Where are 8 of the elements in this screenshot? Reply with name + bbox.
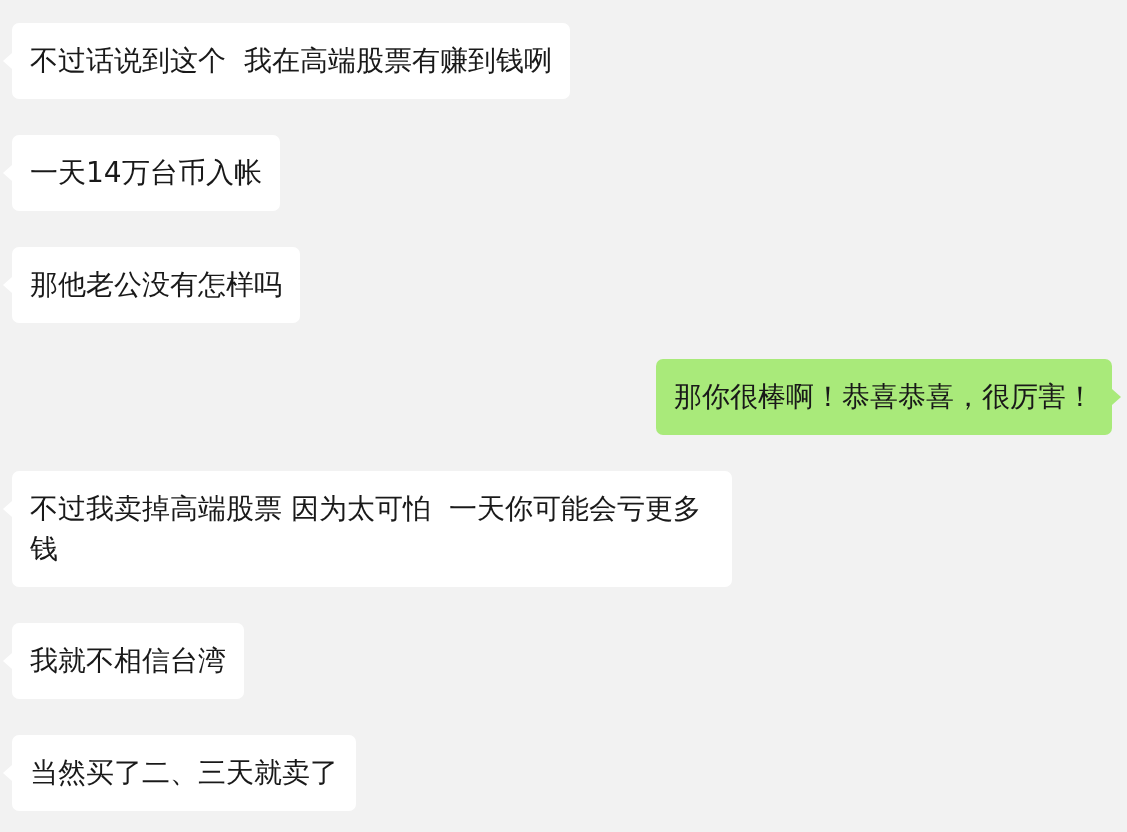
message-bubble: 我就不相信台湾 xyxy=(12,623,244,699)
bubble-tail-icon xyxy=(1112,389,1121,405)
message-bubble: 那他老公没有怎样吗 xyxy=(12,247,300,323)
message-bubble: 不过话说到这个 我在高端股票有赚到钱咧 xyxy=(12,23,570,99)
message-bubble: 那你很棒啊！恭喜恭喜，很厉害！ xyxy=(656,359,1112,435)
message-bubble: 不过我卖掉高端股票 因为太可怕 一天你可能会亏更多钱 xyxy=(12,471,732,587)
message-bubble: 当然买了二、三天就卖了 xyxy=(12,735,356,811)
message-bubble: 一天14万台币入帐 xyxy=(12,135,280,211)
